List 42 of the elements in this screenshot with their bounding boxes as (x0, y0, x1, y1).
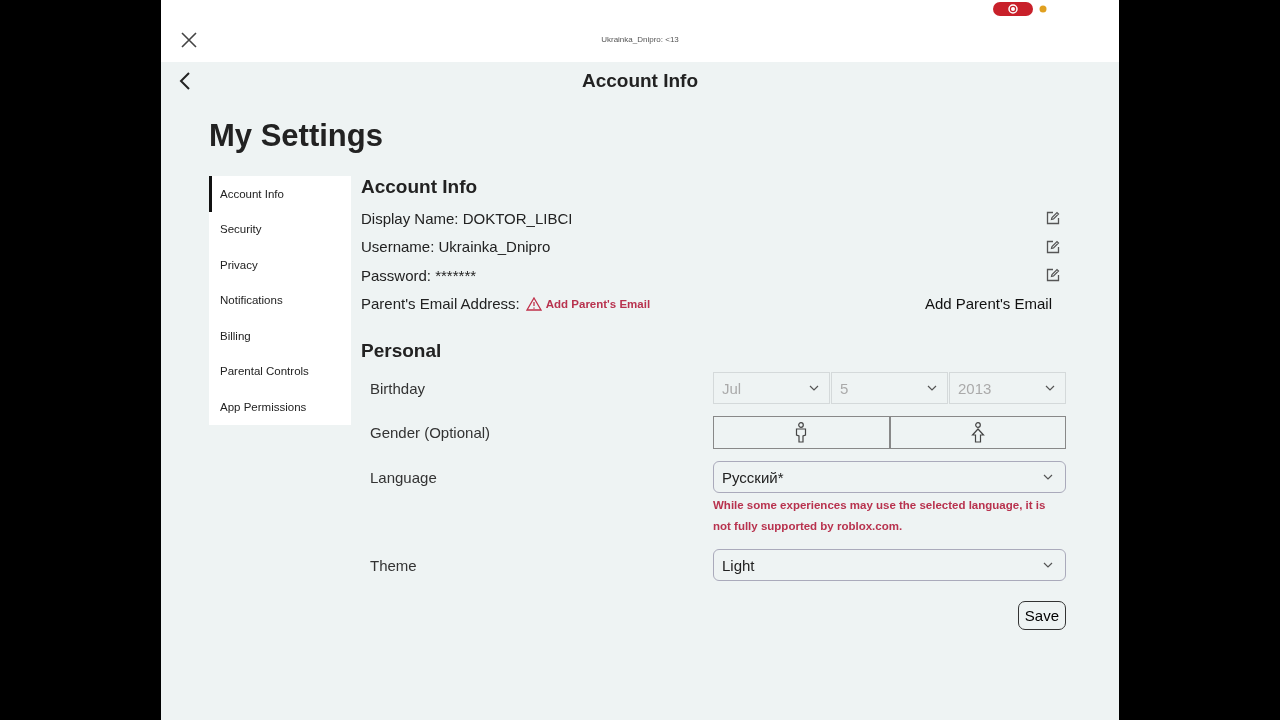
chevron-down-icon (1043, 474, 1053, 480)
sidebar-item[interactable]: Account Info (209, 176, 351, 212)
language-warning-text: While some experiences may use the selected language, it is not fully supported by roblox.com. (713, 498, 1047, 534)
sidebar-item[interactable]: Privacy (209, 247, 351, 283)
warning-icon (525, 296, 542, 311)
chevron-down-icon (809, 385, 819, 391)
chevron-down-icon (1043, 562, 1053, 568)
page-title: My Settings (209, 118, 384, 154)
field-label: Gender (Optional) (370, 424, 491, 441)
chevron-down-icon (1045, 385, 1055, 391)
close-icon[interactable] (181, 32, 197, 48)
section-heading: Account Info (361, 176, 479, 198)
sidebar-item[interactable]: Billing (209, 318, 351, 354)
section-heading: Personal (361, 340, 443, 362)
account-field-text: Username: Ukrainka_Dnipro (361, 238, 551, 256)
status-dot-icon (1039, 5, 1047, 13)
field-label: Language (370, 469, 437, 486)
edit-icon[interactable] (1046, 268, 1060, 283)
add-parent-email-button[interactable]: Add Parent's Email (916, 295, 1060, 313)
language-select[interactable]: Русский* (713, 461, 1066, 493)
female-person-icon (970, 421, 985, 444)
back-icon[interactable] (179, 71, 191, 91)
sidebar-item[interactable]: Security (209, 211, 351, 247)
field-label: Theme (370, 556, 417, 574)
save-button[interactable]: Save (1017, 601, 1066, 630)
male-gender-button[interactable] (713, 416, 890, 449)
page-header-title: Account Info (581, 70, 699, 92)
male-person-icon (795, 421, 808, 444)
edit-icon[interactable] (1046, 211, 1060, 226)
warning-text: Add Parent's Email (545, 297, 651, 310)
chevron-down-icon (927, 385, 937, 391)
account-field-text: Password: ******* (361, 266, 477, 284)
account-field-text: Parent's Email Address: (361, 295, 520, 313)
sidebar-item[interactable]: App Permissions (209, 389, 351, 425)
field-label: Birthday (370, 379, 426, 397)
edit-icon[interactable] (1046, 239, 1060, 254)
sidebar-item[interactable]: Parental Controls (209, 353, 351, 389)
theme-select[interactable]: Light (713, 549, 1066, 581)
window-title: Ukrainka_Dnipro: <13 (601, 34, 679, 44)
sidebar-item[interactable]: Notifications (209, 282, 351, 318)
account-field-text: Display Name: DOKTOR_LIBCI (361, 209, 573, 227)
female-gender-button[interactable] (889, 416, 1066, 449)
